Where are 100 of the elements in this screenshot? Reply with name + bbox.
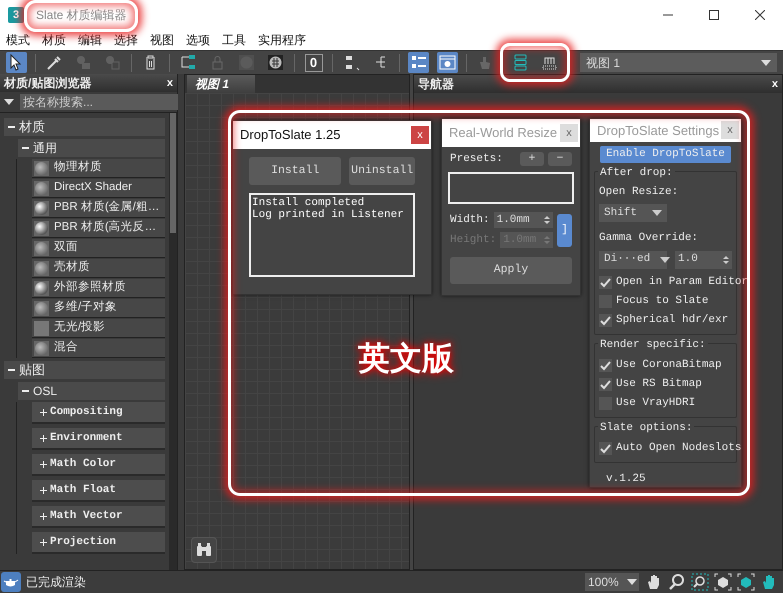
menu-item[interactable]: 选项 [180,30,216,50]
category-label: Compositing [50,404,123,420]
cube-icon[interactable] [737,573,755,591]
zoom-value: 100% [588,574,619,591]
spinner-field[interactable]: 1.0mm [494,212,553,228]
checkbox-label: Use VrayHDRI [616,396,696,411]
expand-icon[interactable] [40,408,47,416]
close-button[interactable]: x [411,126,429,144]
category-row[interactable]: Math Color [32,454,165,476]
tree-group[interactable]: 通用 [18,139,165,157]
dialog-title: DropToSlate Settings [597,122,720,140]
expand-icon[interactable] [40,460,47,468]
option-label: Gamma Override: [599,231,700,246]
app-icon: 3 [8,7,24,23]
menu-item[interactable]: 编辑 [72,30,108,50]
material-item[interactable]: 混合 [32,339,165,358]
scrollbar[interactable] [169,113,177,570]
material-label: 无光/投影 [54,320,106,336]
checkbox-label: Auto Open Nodeslots [616,440,742,456]
checkbox[interactable] [599,378,612,390]
material-item[interactable]: 物理材质 [32,159,165,178]
checkbox[interactable] [599,358,612,372]
category-row[interactable]: Math Vector [32,506,165,528]
spinner-field[interactable]: 1.0 [675,250,732,268]
checkbox[interactable] [599,314,612,326]
panel-title: 材质/贴图浏览器 [4,75,92,92]
menu-item[interactable]: 模式 [0,30,36,50]
dropdown[interactable]: Di···ed [599,250,667,268]
expand-icon[interactable] [40,434,47,442]
dropdown[interactable]: Shift [599,204,667,222]
glossy-sphere-icon [34,280,49,296]
close-button[interactable]: x [560,124,578,142]
search-field[interactable]: 按名称搜索... [20,94,181,110]
cube-icon[interactable] [714,573,732,591]
material-item[interactable]: PBR 材质(高光反… [32,219,165,238]
matte-sphere-icon [34,240,49,256]
presets-list[interactable] [448,172,574,204]
preview-window-icon[interactable] [437,52,458,73]
category-row[interactable]: Math Float [32,480,165,502]
install-button[interactable]: Install [249,157,342,185]
category-row[interactable]: Environment [32,428,165,450]
close-button[interactable]: x [166,74,173,92]
material-item[interactable]: DirectX Shader [32,179,165,198]
spinner-arrows-icon[interactable] [544,214,550,225]
zoom-region-icon[interactable] [691,573,709,591]
menu-item[interactable]: 视图 [144,30,180,50]
category-label: Math Float [50,482,116,498]
apply-button[interactable]: Apply [450,256,572,284]
panel-title: 导航器 [418,76,454,93]
teapot-icon[interactable] [1,572,21,592]
expand-icon[interactable] [40,512,47,520]
spinner-arrows-icon[interactable] [723,254,729,264]
material-item[interactable]: 无光/投影 [32,319,165,338]
dropdown-arrow-icon[interactable] [4,99,14,105]
material-item[interactable]: 多维/子对象 [32,299,165,318]
material-item[interactable]: PBR 材质(金属/粗… [32,199,165,218]
tree-section[interactable]: 贴图 [4,361,165,379]
menu-item[interactable]: 材质 [36,30,72,50]
glossy-sphere-icon [34,220,49,236]
counter-button[interactable]: 0 [304,54,322,72]
menu-item[interactable]: 工具 [216,30,252,50]
expand-icon[interactable] [40,538,47,546]
material-item[interactable]: 双面 [32,239,165,258]
material-item[interactable]: 外部参照材质 [32,279,165,298]
view-dropdown[interactable]: 视图 1 [580,53,777,72]
close-button[interactable]: x [721,121,739,140]
close-button[interactable]: x [772,76,778,92]
window-title: Slate 材质编辑器 [36,7,127,24]
material-label: 混合 [54,340,78,356]
list-icon[interactable] [408,52,429,73]
checkbox[interactable] [599,442,612,454]
category-label: Math Color [50,456,116,472]
log-line: Log printed in Listener [252,209,405,221]
category-label: Projection [50,534,116,550]
tree-group[interactable]: OSL [18,382,165,400]
checkbox[interactable] [599,276,612,288]
binoculars-icon[interactable] [196,543,212,557]
zoom-dropdown[interactable]: 100% [585,573,639,591]
group-label: 通用 [33,140,57,157]
checkbox-label: Use RS Bitmap [616,376,702,392]
remove-preset-button[interactable]: − [548,152,572,166]
material-label: DirectX Shader [54,180,132,196]
expand-icon[interactable] [40,486,47,494]
category-label: Math Vector [50,508,123,524]
maximize-icon[interactable] [709,10,719,20]
matte-sphere-icon [34,180,49,196]
close-icon[interactable] [755,10,765,20]
category-row[interactable]: Projection [32,532,165,554]
search-icon[interactable] [668,573,686,591]
checkbox-label: Spherical hdr/exr [616,312,728,328]
material-item[interactable]: 壳材质 [32,259,165,278]
menu-item[interactable]: 实用程序 [252,30,312,50]
view-tab[interactable]: 视图 1 [187,75,255,93]
uninstall-button[interactable]: Uninstall [349,157,415,185]
add-preset-button[interactable]: + [520,152,544,166]
tree-section[interactable]: 材质 [4,118,165,136]
category-row[interactable]: Compositing [32,402,165,424]
material-label: 物理材质 [54,160,102,176]
lock-button[interactable]: ] [557,214,572,246]
menu-item[interactable]: 选择 [108,30,144,50]
